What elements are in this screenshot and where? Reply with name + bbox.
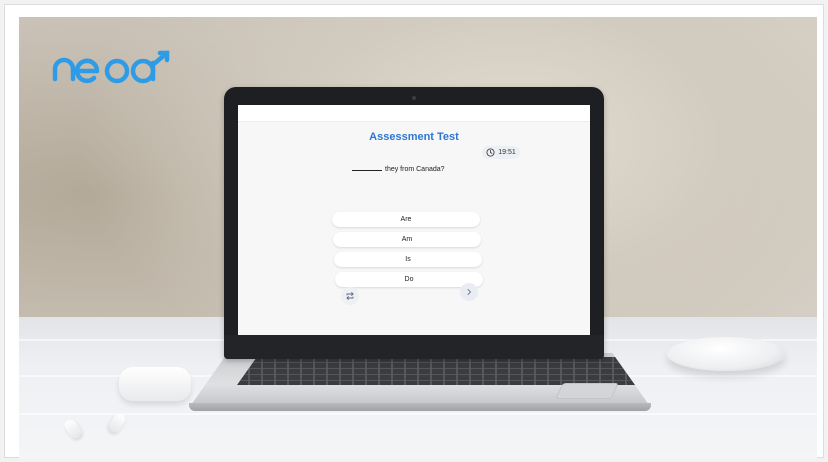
airpods-case [119,367,191,401]
computer-mouse [667,337,785,371]
laptop-trackpad [555,383,619,399]
laptop-base-edge [189,403,651,411]
option-button[interactable]: Am [333,232,481,247]
repeat-button[interactable] [341,287,359,305]
image-frame: neoa [4,4,824,459]
question-label: they from Canada? [385,166,445,173]
timer-badge: 19:51 [482,146,520,159]
laptop-lid: Assessment Test 19:51 they from Canada? … [224,87,604,359]
next-button[interactable] [460,283,478,301]
option-label: Am [401,236,413,243]
chevron-right-icon [467,289,472,295]
laptop-screen: Assessment Test 19:51 they from Canada? … [238,105,590,335]
option-label: Are [400,216,412,223]
option-button[interactable]: Is [334,252,482,267]
option-label: Do [404,276,414,283]
question-text: they from Canada? [352,166,492,173]
option-label: Is [405,256,411,263]
option-button[interactable]: Are [332,212,480,227]
option-button[interactable]: Do [335,272,483,287]
timer-value: 19:51 [498,149,516,156]
clock-icon [486,148,495,157]
repeat-icon [346,292,354,300]
webcam [412,96,416,100]
page-title: Assessment Test [369,131,459,143]
app-topbar [238,105,590,122]
laptop-bezel [224,335,604,359]
neoa-logo: neoa [52,50,170,84]
photo-scene: neoa [19,17,817,459]
keyboard-rows [237,357,635,385]
answer-blank [352,170,382,171]
